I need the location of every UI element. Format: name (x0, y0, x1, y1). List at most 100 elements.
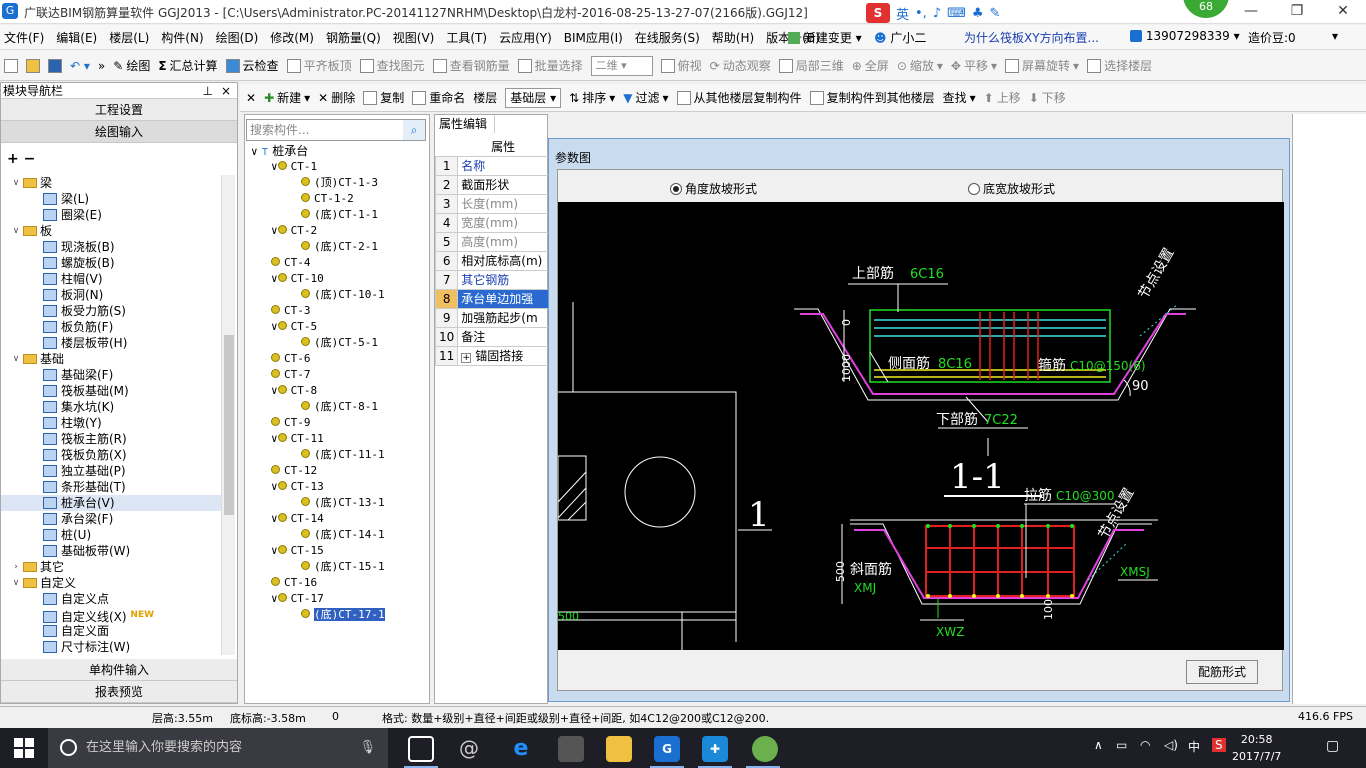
drawing-area[interactable] (1292, 114, 1366, 704)
expand-all-icon[interactable]: + (7, 151, 19, 167)
collapse-icon[interactable]: ∨ (271, 480, 278, 493)
component-tree-root[interactable]: ∨ ⊤ 桩承台 (245, 143, 429, 159)
property-row[interactable]: 4 宽度(mm) (434, 212, 549, 233)
component-group[interactable]: ∨ CT-15 (245, 543, 429, 559)
property-row[interactable]: 5 高度(mm) (434, 231, 549, 252)
component-group[interactable]: ∨ CT-13 (245, 479, 429, 495)
menu-item[interactable]: 工具(T) (446, 29, 487, 46)
tree-item[interactable]: 自定义线(X) NEW (1, 607, 233, 624)
rotate-button[interactable]: 屏幕旋转 ▾ (1005, 57, 1079, 74)
component-group[interactable]: ∨ CT-11 (245, 431, 429, 447)
single-input-button[interactable]: 单构件输入 (1, 659, 237, 681)
question-link[interactable]: 为什么筏板XY方向布置... (964, 29, 1099, 46)
search-icon[interactable]: ⌕ (403, 120, 425, 140)
component-item[interactable]: (底)CT-13-1 (245, 495, 429, 511)
tray-expand-icon[interactable]: ∧ (1094, 738, 1103, 752)
tree-item[interactable]: 板受力筋(S) (1, 303, 233, 319)
menu-item[interactable]: 钢筋量(Q) (326, 29, 381, 46)
file-explorer-icon[interactable] (606, 736, 632, 762)
app-icon-swirl[interactable]: @ (456, 736, 482, 762)
menu-item[interactable]: 云应用(Y) (499, 29, 552, 46)
collapse-icon[interactable]: ∨ (271, 160, 278, 173)
tree-item[interactable]: 承台梁(F) (1, 511, 233, 527)
panel-close-icon[interactable]: × (221, 83, 231, 99)
select-floor-button[interactable]: 选择楼层 (1087, 57, 1152, 74)
batch-select-button[interactable]: 批量选择 (517, 57, 583, 74)
property-row[interactable]: 11 + 锚固搭接 (434, 345, 549, 366)
top-view-button[interactable]: 俯视 (660, 57, 702, 74)
sogou-tray-icon[interactable]: S (1212, 738, 1226, 752)
copy-from-floor-button[interactable]: 从其他楼层复制构件 (676, 89, 802, 106)
tree-item[interactable]: 尺寸标注(W) (1, 639, 233, 655)
close-panel-icon[interactable]: ✕ (246, 91, 256, 105)
property-row[interactable]: 6 相对底标高(m) (434, 250, 549, 271)
floor-select[interactable]: 基础层 ▾ (505, 87, 562, 108)
component-group[interactable]: ∨ CT-10 (245, 271, 429, 287)
undo-icon[interactable]: ↶ ▾ (70, 59, 90, 73)
project-settings-button[interactable]: 工程设置 (1, 99, 237, 121)
local-3d-button[interactable]: 局部三维 (778, 57, 844, 74)
component-group[interactable]: CT-7 (245, 367, 429, 383)
tree-folder[interactable]: ∨ 梁 (1, 175, 233, 191)
component-group[interactable]: CT-9 (245, 415, 429, 431)
tree-scrollbar[interactable] (221, 175, 235, 655)
report-preview-button[interactable]: 报表预览 (1, 681, 237, 703)
skin-icon[interactable]: ♣ (972, 6, 984, 21)
collapse-icon[interactable]: ∨ (11, 351, 21, 367)
tree-item[interactable]: 条形基础(T) (1, 479, 233, 495)
property-row[interactable]: 2 截面形状 (434, 174, 549, 195)
keyboard-icon[interactable]: ⌨ (947, 6, 966, 21)
copy-to-floor-button[interactable]: 复制构件到其他楼层 (809, 89, 935, 106)
tree-item[interactable]: 螺旋板(B) (1, 255, 233, 271)
find-element-button[interactable]: 查找图元 (359, 57, 425, 74)
ime-toolbar[interactable]: S 英 •, ♪ ⌨ ♣ ✎ (866, 2, 1000, 24)
collapse-icon[interactable]: ∨ (271, 320, 278, 333)
taskbar-clock[interactable]: 20:58 2017/7/7 (1232, 731, 1281, 765)
component-group[interactable]: CT-12 (245, 463, 429, 479)
menu-item[interactable]: 修改(M) (270, 29, 314, 46)
collapse-icon[interactable]: ∨ (271, 512, 278, 525)
fullscreen-button[interactable]: ⊕ 全屏 (852, 57, 889, 74)
task-view-icon[interactable] (408, 736, 434, 762)
tray-app-icon[interactable]: ▭ (1116, 738, 1127, 752)
price-bean[interactable]: 造价豆:0 (1248, 29, 1296, 46)
component-group[interactable]: ∨ CT-1 (245, 159, 429, 175)
tree-item[interactable]: 基础板带(W) (1, 543, 233, 559)
minimize-button[interactable]: — (1228, 0, 1274, 24)
move-down-button[interactable]: ⬇ 下移 (1029, 89, 1066, 106)
parameter-drawing[interactable]: 1 500 上部筋 6C16 侧面筋 8C16 箍筋 C10@150(6) 90… (555, 202, 1284, 650)
property-row[interactable]: 1 名称 (434, 155, 549, 176)
menu-item[interactable]: BIM应用(I) (564, 29, 623, 46)
collapse-icon[interactable]: ∨ (271, 272, 278, 285)
collapse-icon[interactable]: ∨ (11, 575, 21, 591)
tool-icon[interactable]: ✎ (990, 6, 1001, 21)
tree-item[interactable]: 基础梁(F) (1, 367, 233, 383)
sogou-icon[interactable]: S (866, 3, 890, 23)
drawing-svg[interactable]: 1 500 上部筋 6C16 侧面筋 8C16 箍筋 C10@150(6) 90… (555, 202, 1284, 650)
tree-item[interactable]: 集水坑(K) (1, 399, 233, 415)
rebar-form-button[interactable]: 配筋形式 (1186, 660, 1258, 684)
menu-item[interactable]: 构件(N) (161, 29, 203, 46)
menu-item[interactable]: 编辑(E) (56, 29, 97, 46)
new-file-icon[interactable] (4, 58, 18, 73)
collapse-icon[interactable]: ∨ (271, 432, 278, 445)
expand-plus-icon[interactable]: + (461, 353, 472, 363)
view-rebar-button[interactable]: 查看钢筋量 (432, 57, 510, 74)
collapse-icon[interactable]: ∨ (271, 384, 278, 397)
collapse-icon[interactable]: ∨ (271, 592, 278, 605)
score-badge[interactable]: 68 (1183, 0, 1229, 18)
collapse-icon[interactable]: ∨ (271, 224, 278, 237)
rename-button[interactable]: 重命名 (412, 89, 465, 106)
wifi-icon[interactable]: ◠ (1140, 738, 1150, 752)
tree-item[interactable]: 柱帽(V) (1, 271, 233, 287)
tree-item[interactable]: 自定义面 (1, 623, 233, 639)
ime-mode[interactable]: 英 (896, 4, 909, 23)
collapse-icon[interactable]: ∨ (251, 145, 258, 158)
component-search-input[interactable]: 搜索构件... ⌕ (246, 119, 426, 141)
width-slope-radio[interactable]: 底宽放坡形式 (968, 180, 1055, 197)
menu-item[interactable]: 在线服务(S) (635, 29, 700, 46)
component-group[interactable]: ∨ CT-5 (245, 319, 429, 335)
menu-dropdown-icon[interactable]: ▾ (1332, 29, 1338, 43)
save-icon[interactable] (48, 58, 62, 73)
tree-item[interactable]: 柱墩(Y) (1, 415, 233, 431)
